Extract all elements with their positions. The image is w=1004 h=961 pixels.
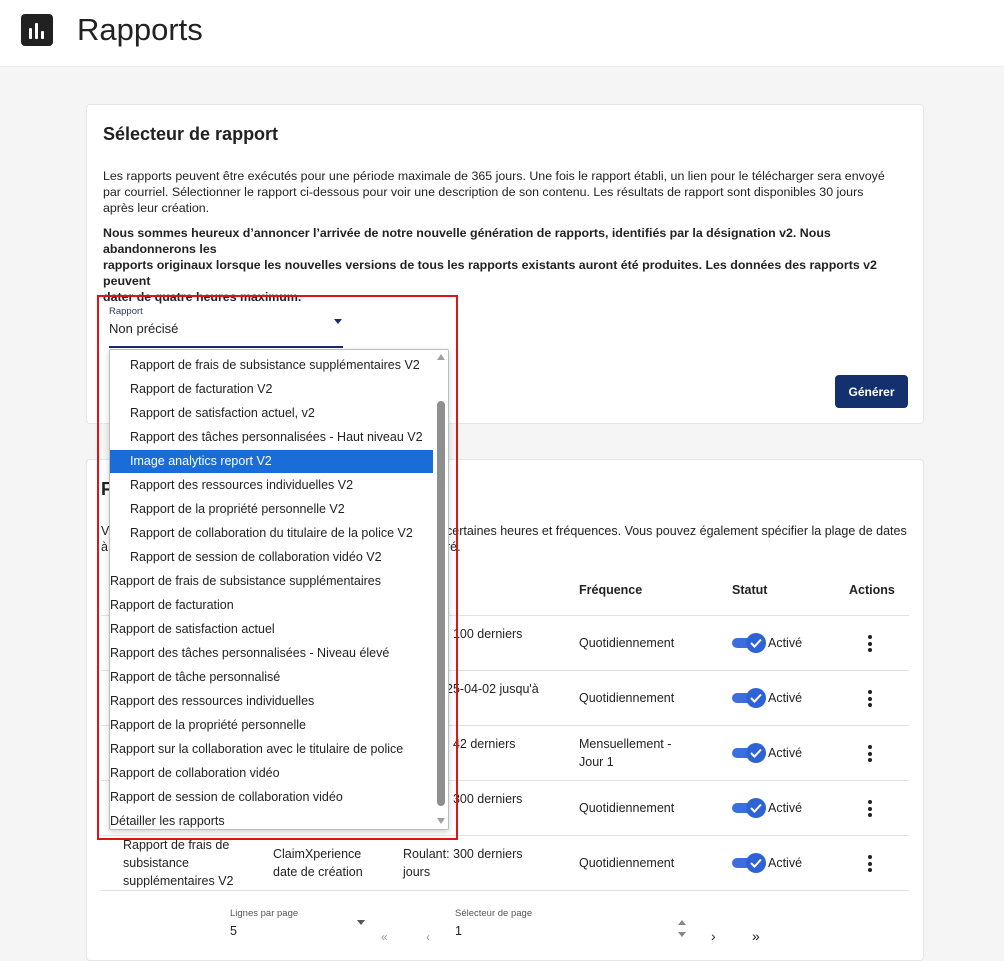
more-vertical-icon[interactable] — [868, 745, 872, 765]
status-label: Activé — [768, 746, 803, 760]
table-cell-frequency: Quotidiennement — [579, 636, 675, 650]
caret-down-icon[interactable] — [357, 920, 365, 925]
more-vertical-icon[interactable] — [868, 690, 872, 710]
table-cell-frequency: Quotidiennement — [579, 801, 675, 815]
spinner-up-icon[interactable] — [678, 920, 686, 925]
status-toggle[interactable] — [732, 853, 766, 873]
status-toggle[interactable] — [732, 743, 766, 763]
table-cell-frequency: Quotidiennement — [579, 856, 675, 870]
column-header-actions: Actions — [849, 583, 895, 597]
first-page-icon[interactable]: « — [381, 930, 388, 944]
status-toggle[interactable] — [732, 633, 766, 653]
table-cell-range: Roulant: 300 derniers — [403, 847, 523, 861]
previous-page-icon[interactable]: ‹ — [426, 930, 430, 944]
table-cell-range: jours — [403, 865, 431, 879]
description-line: par courriel. Sélectionner le rapport ci… — [103, 185, 864, 199]
bar-chart-icon — [21, 14, 53, 46]
column-header-frequency[interactable]: Fréquence — [579, 583, 642, 597]
status-label: Activé — [768, 801, 803, 815]
schedule-description: certaines heures et fréquences. Vous pou… — [446, 524, 907, 538]
announcement-line: rapports originaux lorsque les nouvelles… — [103, 258, 877, 288]
report-description: Les rapports peuvent être exécutés pour … — [103, 168, 907, 216]
v2-announcement: Nous sommes heureux d’annoncer l’arrivée… — [103, 225, 907, 305]
table-cell-frequency: Quotidiennement — [579, 691, 675, 705]
page-title: Rapports — [77, 12, 203, 47]
announcement-line: Nous sommes heureux d’annoncer l’arrivée… — [103, 226, 831, 256]
column-header-status[interactable]: Statut — [732, 583, 767, 597]
more-vertical-icon[interactable] — [868, 800, 872, 820]
table-cell-range: 25-04-02 jusqu'à — [446, 682, 539, 696]
description-line: Les rapports peuvent être exécutés pour … — [103, 169, 885, 183]
rows-per-page-label: Lignes par page — [230, 908, 299, 919]
table-cell-report: supplémentaires V2 — [123, 874, 234, 888]
status-label: Activé — [768, 856, 803, 870]
description-line: après leur création. — [103, 201, 210, 215]
highlight-box — [97, 295, 458, 840]
spinner-down-icon[interactable] — [678, 932, 686, 937]
report-selector-title: Sélecteur de rapport — [103, 124, 279, 144]
table-cell-source: ClaimXperience — [273, 847, 362, 861]
next-page-icon[interactable]: › — [711, 928, 716, 944]
page-selector-label: Sélecteur de page — [455, 908, 533, 919]
more-vertical-icon[interactable] — [868, 635, 872, 655]
table-cell-source: date de création — [273, 865, 363, 879]
table-cell-frequency-day: Jour 1 — [579, 755, 614, 769]
status-label: Activé — [768, 636, 803, 650]
app-bar: Rapports — [0, 0, 1004, 67]
row-divider — [101, 890, 909, 891]
rows-per-page-select[interactable]: 5 — [230, 924, 237, 938]
generate-button[interactable]: Générer — [835, 375, 908, 408]
status-toggle[interactable] — [732, 688, 766, 708]
status-label: Activé — [768, 691, 803, 705]
table-cell-report: subsistance — [123, 856, 190, 870]
page-selector-input[interactable]: 1 — [455, 924, 462, 938]
last-page-icon[interactable]: » — [752, 928, 760, 944]
table-cell-frequency: Mensuellement - — [579, 737, 672, 751]
status-toggle[interactable] — [732, 798, 766, 818]
more-vertical-icon[interactable] — [868, 855, 872, 875]
